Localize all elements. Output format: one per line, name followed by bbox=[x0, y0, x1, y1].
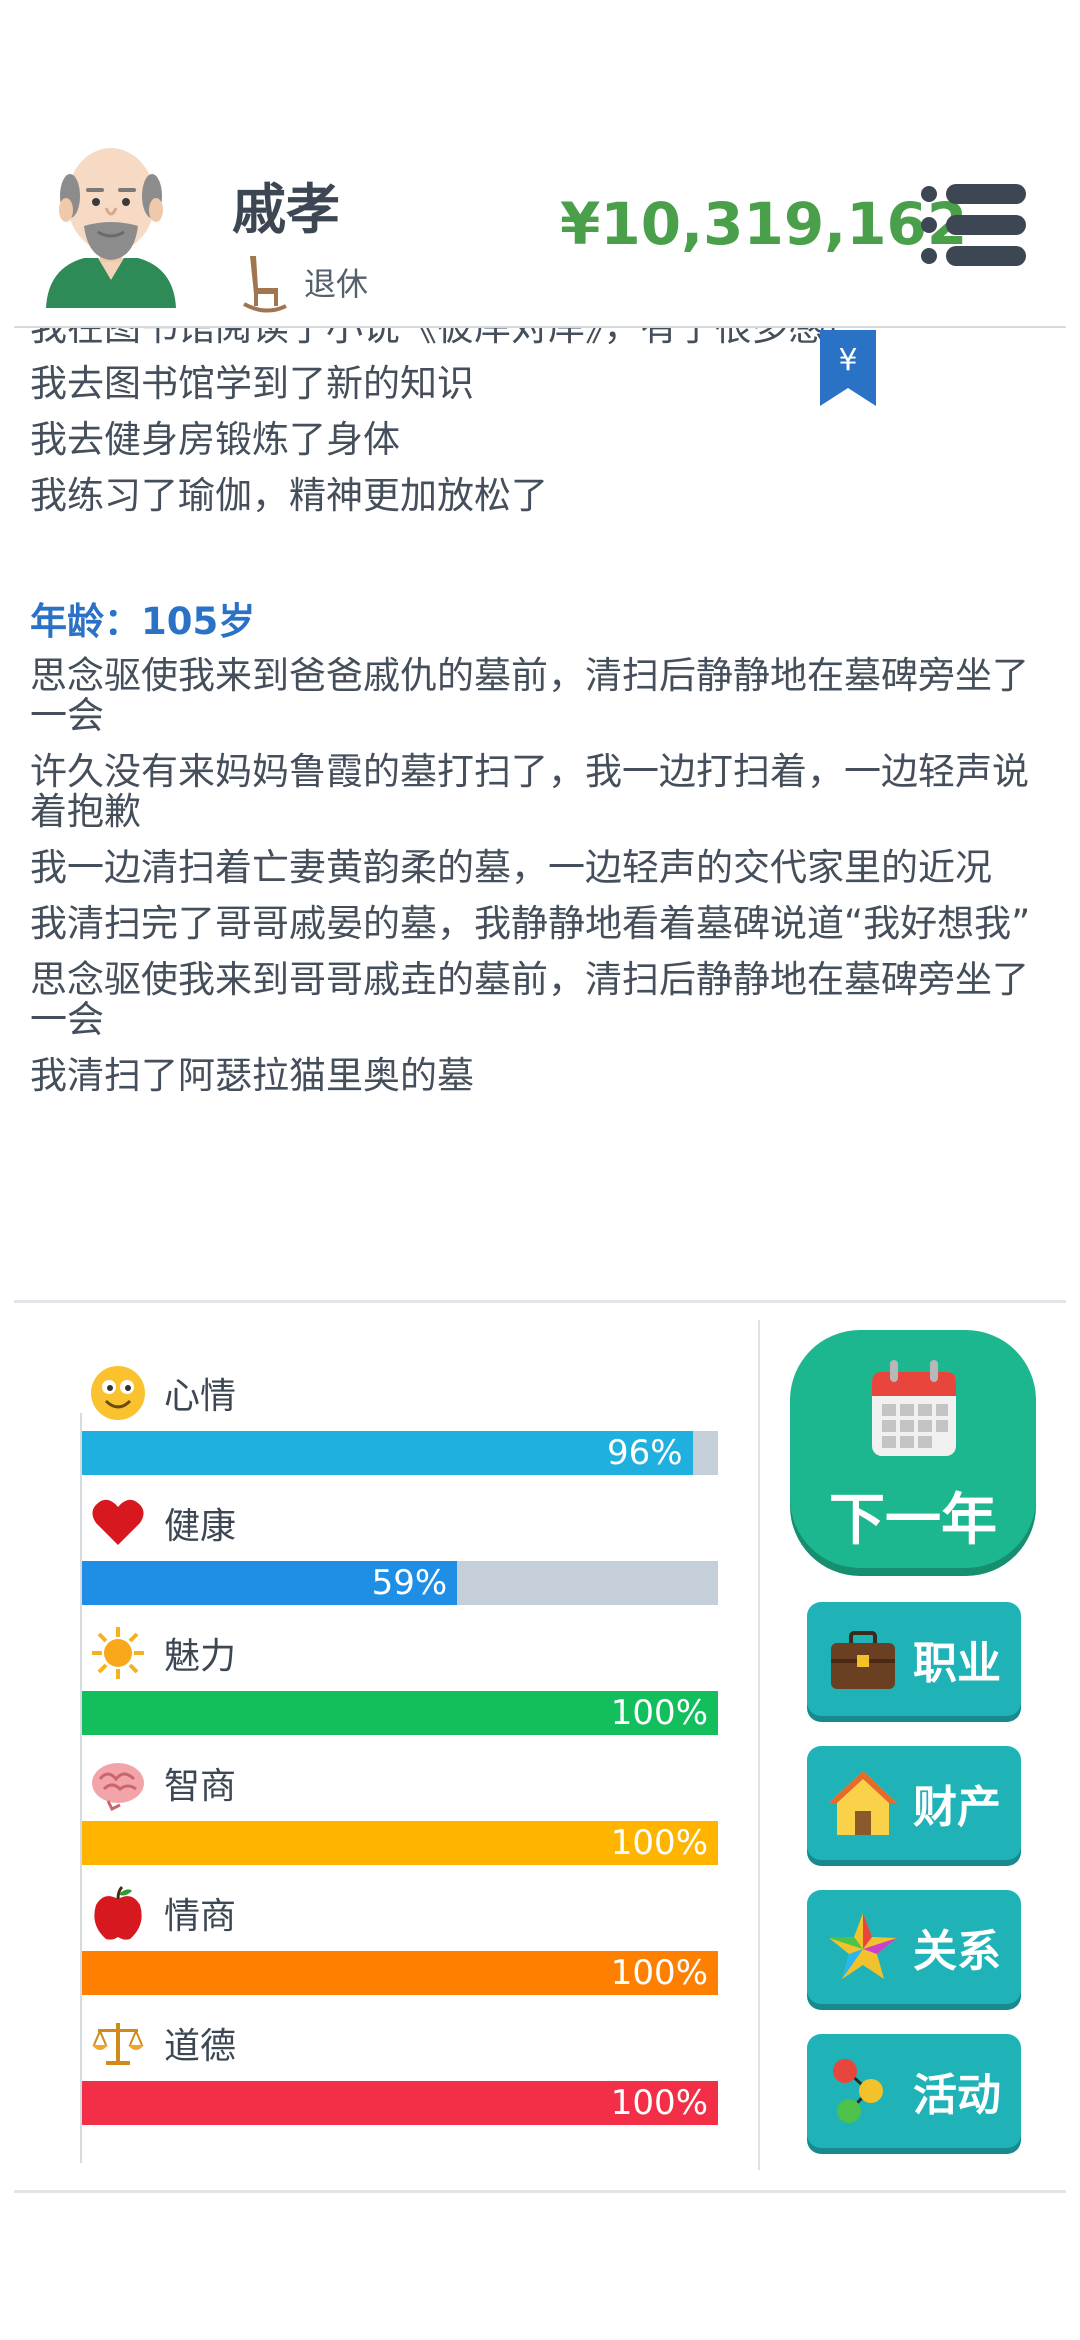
property-label: 财产 bbox=[913, 1782, 1001, 1833]
house-icon bbox=[829, 1771, 897, 1835]
money-balance: ¥10,319,162 bbox=[560, 190, 968, 258]
stat-percent: 59% bbox=[371, 1563, 448, 1603]
relations-button[interactable]: 关系 bbox=[807, 1890, 1021, 2004]
log-line: 思念驱使我来到哥哥戚垚的墓前，清扫后静静地在墓碑旁坐了一会 bbox=[30, 958, 1029, 1041]
stat-name: 道德 bbox=[164, 2026, 237, 2067]
log-line: 我在图书馆阅读了小说《彼岸对岸》，有了很多感悟 bbox=[30, 328, 1050, 348]
stats-axis-line bbox=[80, 1413, 82, 2163]
stat-percent: 100% bbox=[610, 1953, 708, 1993]
activities-icon bbox=[833, 2059, 883, 2123]
stat-percent: 100% bbox=[610, 2083, 708, 2123]
character-name: 戚孝 bbox=[232, 178, 340, 241]
stats-panel: 心情 96% 健康 59% 魅力 100% 智商 100% 情商 100% 道德… bbox=[0, 1303, 760, 2173]
heart-icon bbox=[92, 1499, 144, 1545]
header: 戚孝 退休 ¥10,319,162 bbox=[0, 0, 1080, 328]
svg-text:¥: ¥ bbox=[838, 343, 857, 378]
log-line: 许久没有来妈妈鲁霞的墓打扫了，我一边打扫着，一边轻声说着抱歉 bbox=[30, 750, 1029, 833]
event-log-content: 我在图书馆阅读了小说《彼岸对岸》，有了很多感悟 我去图书馆学到了新的知识 我去健… bbox=[30, 328, 1050, 1112]
log-line: 我练习了瑜伽，精神更加放松了 bbox=[30, 474, 548, 517]
stat-bar: 100% bbox=[82, 1821, 718, 1865]
stat-name: 魅力 bbox=[164, 1636, 237, 1677]
stat-name: 智商 bbox=[164, 1766, 237, 1807]
career-label: 职业 bbox=[913, 1638, 1001, 1689]
log-line: 我去图书馆学到了新的知识 bbox=[30, 362, 474, 405]
sun-icon bbox=[92, 1627, 144, 1679]
yen-bookmark-icon[interactable]: ¥ bbox=[820, 330, 876, 406]
apple-icon bbox=[94, 1885, 142, 1940]
activities-label: 活动 bbox=[913, 2070, 1001, 2121]
rocking-chair-icon bbox=[243, 256, 287, 313]
stat-name: 心情 bbox=[164, 1376, 237, 1417]
divider bbox=[14, 2190, 1066, 2193]
property-button[interactable]: 财产 bbox=[807, 1746, 1021, 1860]
log-line: 我一边清扫着亡妻黄韵柔的墓，一边轻声的交代家里的近况 bbox=[30, 846, 992, 889]
log-line: 我清扫完了哥哥戚晏的墓，我静静地看着墓碑说道“我好想我” bbox=[30, 902, 1031, 945]
age-label: 年龄：105岁 bbox=[30, 600, 256, 643]
stat-percent: 100% bbox=[610, 1693, 708, 1733]
status: 退休 bbox=[242, 250, 368, 314]
next-year-button[interactable]: 下一年 bbox=[790, 1330, 1036, 1568]
smiley-icon bbox=[91, 1366, 145, 1420]
relations-label: 关系 bbox=[913, 1926, 1001, 1977]
log-line: 我清扫了阿瑟拉猫里奥的墓 bbox=[30, 1054, 474, 1097]
activities-button[interactable]: 活动 bbox=[807, 2034, 1021, 2148]
stat-name: 健康 bbox=[164, 1506, 237, 1547]
stat-bar: 96% bbox=[82, 1431, 718, 1475]
briefcase-icon bbox=[831, 1631, 895, 1689]
scales-icon bbox=[92, 2023, 144, 2065]
log-line: 我去健身房锻炼了身体 bbox=[30, 418, 400, 461]
star-icon bbox=[829, 1913, 897, 1979]
career-button[interactable]: 职业 bbox=[807, 1602, 1021, 1716]
calendar-icon bbox=[872, 1360, 956, 1456]
old-man-avatar[interactable] bbox=[36, 140, 186, 310]
next-year-label: 下一年 bbox=[829, 1488, 997, 1553]
stat-fill bbox=[82, 1431, 693, 1475]
stat-percent: 100% bbox=[610, 1823, 708, 1863]
log-line: 思念驱使我来到爸爸戚仇的墓前，清扫后静静地在墓碑旁坐了一会 bbox=[30, 654, 1029, 737]
stat-percent: 96% bbox=[606, 1433, 683, 1473]
event-log[interactable]: 我在图书馆阅读了小说《彼岸对岸》，有了很多感悟 我去图书馆学到了新的知识 我去健… bbox=[0, 328, 1080, 1300]
stat-bar: 100% bbox=[82, 1691, 718, 1735]
stat-bar: 59% bbox=[82, 1561, 718, 1605]
brain-icon bbox=[92, 1763, 144, 1811]
stat-name: 情商 bbox=[164, 1896, 237, 1937]
panel-divider bbox=[758, 1320, 760, 2170]
menu-icon[interactable] bbox=[920, 182, 1028, 268]
status-label: 退休 bbox=[304, 265, 369, 303]
stat-bar: 100% bbox=[82, 2081, 718, 2125]
stat-bar: 100% bbox=[82, 1951, 718, 1995]
